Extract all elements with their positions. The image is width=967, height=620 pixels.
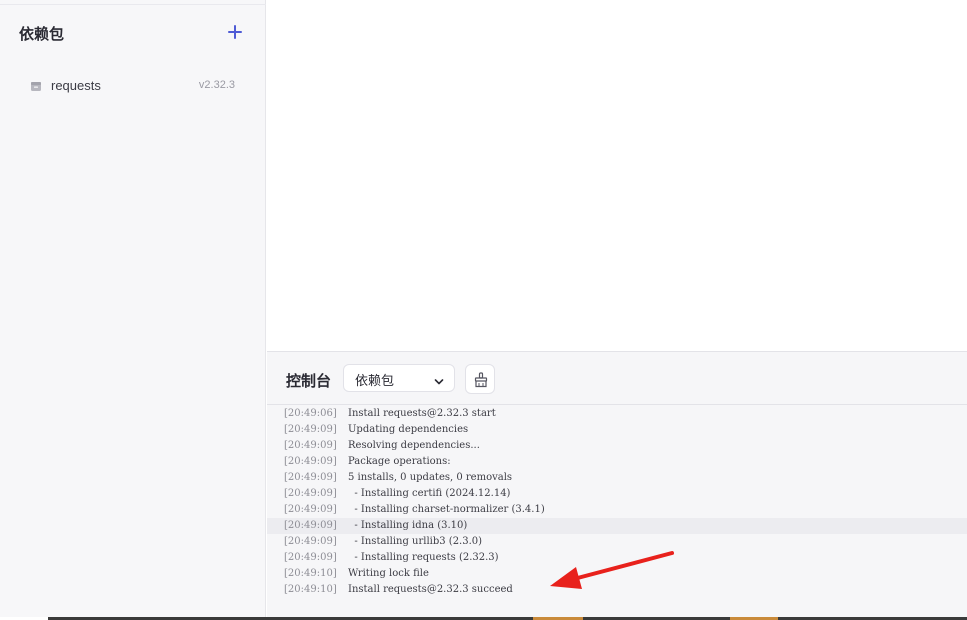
broom-icon bbox=[474, 372, 488, 388]
console-source-select[interactable]: 依赖包 bbox=[343, 364, 455, 392]
log-timestamp: [20:49:09] bbox=[284, 424, 337, 435]
log-message: - Installing urllib3 (2.3.0) bbox=[348, 536, 483, 547]
dependency-version: v2.32.3 bbox=[198, 79, 235, 91]
log-timestamp: [20:49:09] bbox=[284, 440, 337, 451]
log-line: [20:49:09] Updating dependencies bbox=[267, 422, 967, 438]
log-line: [20:49:09] - Installing charset-normaliz… bbox=[267, 502, 967, 518]
console-log: [20:49:06] Install requests@2.32.3 start … bbox=[267, 406, 967, 616]
chevron-down-icon bbox=[434, 374, 444, 385]
log-line: [20:49:09] - Installing requests (2.32.3… bbox=[267, 550, 967, 566]
log-message: Writing lock file bbox=[348, 568, 429, 579]
log-timestamp: [20:49:09] bbox=[284, 488, 337, 499]
log-timestamp: [20:49:09] bbox=[284, 536, 337, 547]
main-content bbox=[267, 0, 967, 351]
console-panel: 控制台 依赖包 [20:49:06] Install requests@2.32… bbox=[267, 351, 967, 620]
package-icon bbox=[30, 79, 42, 91]
sidebar-title: 依赖包 bbox=[19, 25, 65, 43]
sidebar: 依赖包 requests v2.32.3 bbox=[0, 0, 266, 620]
log-line: [20:49:09] 5 installs, 0 updates, 0 remov… bbox=[267, 470, 967, 486]
log-line: [20:49:09] - Installing certifi (2024.12… bbox=[267, 486, 967, 502]
console-header: 控制台 依赖包 bbox=[267, 352, 967, 405]
log-message: - Installing idna (3.10) bbox=[348, 520, 468, 531]
log-timestamp: [20:49:10] bbox=[284, 568, 337, 579]
select-value: 依赖包 bbox=[355, 374, 395, 389]
log-message: Resolving dependencies... bbox=[348, 440, 480, 451]
log-line: [20:49:09] - Installing urllib3 (2.3.0) bbox=[267, 534, 967, 550]
log-message: Package operations: bbox=[348, 456, 451, 467]
clear-console-button[interactable] bbox=[465, 364, 495, 394]
app-window: 依赖包 requests v2.32.3 控制台 依赖包 [20:49:06] … bbox=[0, 0, 967, 620]
log-timestamp: [20:49:10] bbox=[284, 584, 337, 595]
log-line: [20:49:09] Package operations: bbox=[267, 454, 967, 470]
log-timestamp: [20:49:09] bbox=[284, 472, 337, 483]
log-timestamp: [20:49:09] bbox=[284, 504, 337, 515]
log-timestamp: [20:49:09] bbox=[284, 552, 337, 563]
log-line: [20:49:10] Writing lock file bbox=[267, 566, 967, 582]
log-line: [20:49:10] Install requests@2.32.3 succee… bbox=[267, 582, 967, 598]
log-line: [20:49:09] Resolving dependencies... bbox=[267, 438, 967, 454]
log-line-hovered: [20:49:09] - Installing idna (3.10) bbox=[267, 518, 967, 534]
log-message: Install requests@2.32.3 succeed bbox=[348, 584, 513, 595]
log-timestamp: [20:49:06] bbox=[284, 408, 337, 419]
log-message: 5 installs, 0 updates, 0 removals bbox=[348, 472, 513, 483]
log-message: - Installing charset-normalizer (3.4.1) bbox=[348, 504, 545, 515]
console-title: 控制台 bbox=[286, 372, 332, 390]
plus-icon[interactable] bbox=[225, 22, 245, 42]
log-message: Install requests@2.32.3 start bbox=[348, 408, 496, 419]
dependency-item-requests[interactable]: requests v2.32.3 bbox=[28, 76, 238, 96]
dependency-name: requests bbox=[51, 78, 101, 93]
log-message: - Installing requests (2.32.3) bbox=[348, 552, 499, 563]
log-message: - Installing certifi (2024.12.14) bbox=[348, 488, 511, 499]
log-line: [20:49:06] Install requests@2.32.3 start bbox=[267, 406, 967, 422]
log-timestamp: [20:49:09] bbox=[284, 520, 337, 531]
divider bbox=[0, 4, 266, 5]
log-message: Updating dependencies bbox=[348, 424, 469, 435]
log-timestamp: [20:49:09] bbox=[284, 456, 337, 467]
sidebar-header: 依赖包 bbox=[19, 22, 245, 44]
